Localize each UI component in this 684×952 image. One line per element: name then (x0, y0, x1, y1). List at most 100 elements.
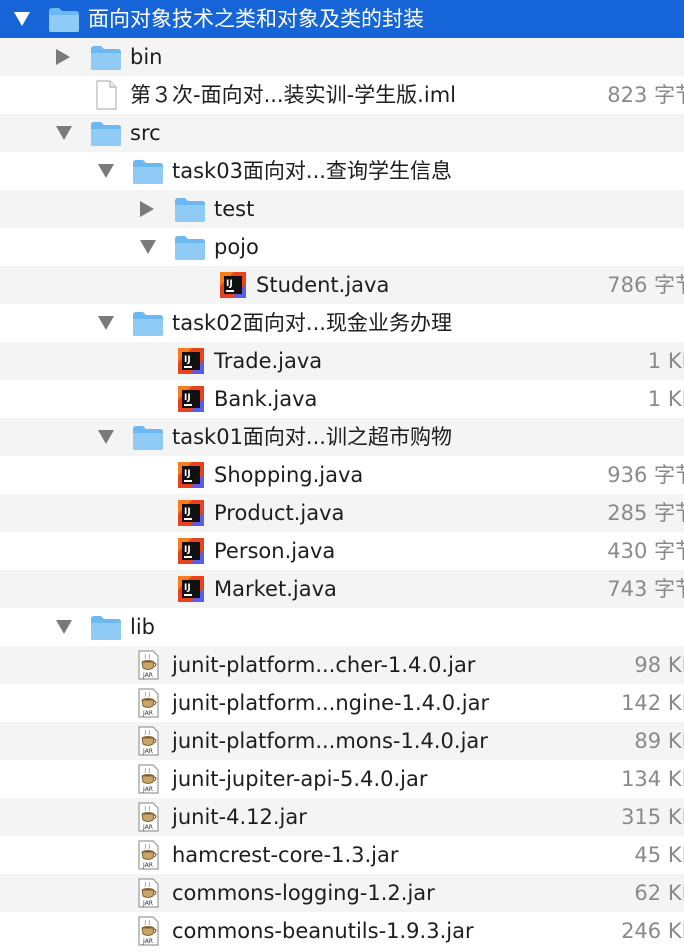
item-size: 98 KB (634, 653, 684, 677)
item-name: junit-platform...cher-1.4.0.jar (172, 653, 476, 677)
item-name: Market.java (214, 577, 337, 601)
folder-row[interactable]: task03面向对...查询学生信息 - (0, 152, 684, 190)
file-row[interactable]: IJ Bank.java 1 KB (0, 380, 684, 418)
svg-text:IJ: IJ (184, 507, 191, 517)
file-row[interactable]: 第３次-面向对...装实训-学生版.iml 823 字节 (0, 76, 684, 114)
item-name: commons-beanutils-1.9.3.jar (172, 919, 474, 943)
item-size: - (560, 114, 684, 152)
folder-icon (132, 422, 164, 452)
item-name: junit-platform...mons-1.4.0.jar (172, 729, 488, 753)
disclosure-triangle-expanded-icon[interactable] (14, 12, 30, 26)
disclosure-triangle-expanded-icon[interactable] (140, 240, 156, 254)
folder-icon (90, 612, 122, 642)
file-row[interactable]: IJ Student.java 786 字节 (0, 266, 684, 304)
item-name: Trade.java (214, 349, 323, 373)
folder-row[interactable]: bin - (0, 38, 684, 76)
disclosure-triangle-expanded-icon[interactable] (98, 430, 114, 444)
svg-text:IJ: IJ (184, 355, 191, 365)
item-size: - (560, 228, 684, 266)
jar-file-icon: JAR (132, 802, 164, 832)
svg-text:JAR: JAR (142, 786, 153, 793)
item-size: 1 KB (647, 387, 684, 411)
file-row[interactable]: JAR junit-platform...cher-1.4.0.jar 98 KB (0, 646, 684, 684)
jar-file-icon: JAR (132, 878, 164, 908)
folder-row[interactable]: 面向对象技术之类和对象及类的封装 - (0, 0, 684, 38)
item-name: pojo (214, 235, 259, 259)
item-name: Bank.java (214, 387, 318, 411)
folder-icon (90, 42, 122, 72)
folder-row[interactable]: task02面向对...现金业务办理 - (0, 304, 684, 342)
item-size: 786 字节 (607, 273, 684, 297)
file-row[interactable]: JAR commons-logging-1.2.jar 62 KB (0, 874, 684, 912)
item-name: task02面向对...现金业务办理 (172, 311, 452, 335)
disclosure-triangle-collapsed-icon[interactable] (56, 49, 70, 65)
disclosure-triangle-expanded-icon[interactable] (98, 316, 114, 330)
java-file-icon: IJ (174, 460, 206, 490)
folder-icon (132, 308, 164, 338)
file-row[interactable]: JAR junit-4.12.jar 315 KB (0, 798, 684, 836)
jar-file-icon: JAR (132, 688, 164, 718)
item-name: junit-platform...ngine-1.4.0.jar (172, 691, 490, 715)
item-name: 面向对象技术之类和对象及类的封装 (88, 7, 424, 31)
item-size: 743 字节 (607, 577, 684, 601)
disclosure-triangle-collapsed-icon[interactable] (140, 201, 154, 217)
file-row[interactable]: JAR hamcrest-core-1.3.jar 45 KB (0, 836, 684, 874)
disclosure-triangle-expanded-icon[interactable] (56, 126, 72, 140)
item-name: lib (130, 615, 155, 639)
file-row[interactable]: IJ Product.java 285 字节 (0, 494, 684, 532)
item-size: - (560, 418, 684, 456)
item-size: - (560, 190, 684, 228)
item-name: test (214, 197, 255, 221)
item-size: 936 字节 (607, 463, 684, 487)
svg-text:IJ: IJ (226, 279, 233, 289)
svg-text:JAR: JAR (142, 710, 153, 717)
svg-text:JAR: JAR (142, 938, 153, 945)
item-name: Shopping.java (214, 463, 364, 487)
svg-text:JAR: JAR (142, 748, 153, 755)
folder-row[interactable]: src - (0, 114, 684, 152)
document-icon (90, 80, 122, 110)
item-name: commons-logging-1.2.jar (172, 881, 435, 905)
file-row[interactable]: IJ Trade.java 1 KB (0, 342, 684, 380)
file-row[interactable]: IJ Person.java 430 字节 (0, 532, 684, 570)
item-name: 第３次-面向对...装实训-学生版.iml (130, 83, 456, 107)
folder-icon (174, 194, 206, 224)
item-name: src (130, 121, 161, 145)
file-row[interactable]: IJ Shopping.java 936 字节 (0, 456, 684, 494)
svg-text:JAR: JAR (142, 672, 153, 679)
svg-text:IJ: IJ (184, 583, 191, 593)
java-file-icon: IJ (174, 536, 206, 566)
item-size: 45 KB (634, 843, 684, 867)
java-file-icon: IJ (174, 574, 206, 604)
svg-text:IJ: IJ (184, 469, 191, 479)
item-size: 315 KB (621, 805, 684, 829)
folder-row[interactable]: lib - (0, 608, 684, 646)
folder-row[interactable]: task01面向对...训之超市购物 - (0, 418, 684, 456)
item-name: Product.java (214, 501, 345, 525)
folder-icon (48, 4, 80, 34)
item-name: Student.java (256, 273, 390, 297)
disclosure-triangle-expanded-icon[interactable] (56, 620, 72, 634)
file-row[interactable]: IJ Market.java 743 字节 (0, 570, 684, 608)
folder-row[interactable]: pojo - (0, 228, 684, 266)
item-size: - (560, 0, 684, 38)
item-name: junit-4.12.jar (172, 805, 307, 829)
item-size: 89 KB (634, 729, 684, 753)
item-name: Person.java (214, 539, 336, 563)
java-file-icon: IJ (174, 384, 206, 414)
item-size: 142 KB (621, 691, 684, 715)
file-row[interactable]: JAR junit-jupiter-api-5.4.0.jar 134 KB (0, 760, 684, 798)
file-row[interactable]: JAR commons-beanutils-1.9.3.jar 246 KB (0, 912, 684, 950)
item-name: task03面向对...查询学生信息 (172, 159, 452, 183)
java-file-icon: IJ (174, 498, 206, 528)
item-size: 62 KB (634, 881, 684, 905)
file-row[interactable]: JAR junit-platform...mons-1.4.0.jar 89 KB (0, 722, 684, 760)
folder-icon (90, 118, 122, 148)
svg-text:JAR: JAR (142, 900, 153, 907)
file-row[interactable]: JAR junit-platform...ngine-1.4.0.jar 142 K… (0, 684, 684, 722)
folder-icon (132, 156, 164, 186)
item-size: - (560, 608, 684, 646)
disclosure-triangle-expanded-icon[interactable] (98, 164, 114, 178)
folder-row[interactable]: test - (0, 190, 684, 228)
item-size: 430 字节 (607, 539, 684, 563)
